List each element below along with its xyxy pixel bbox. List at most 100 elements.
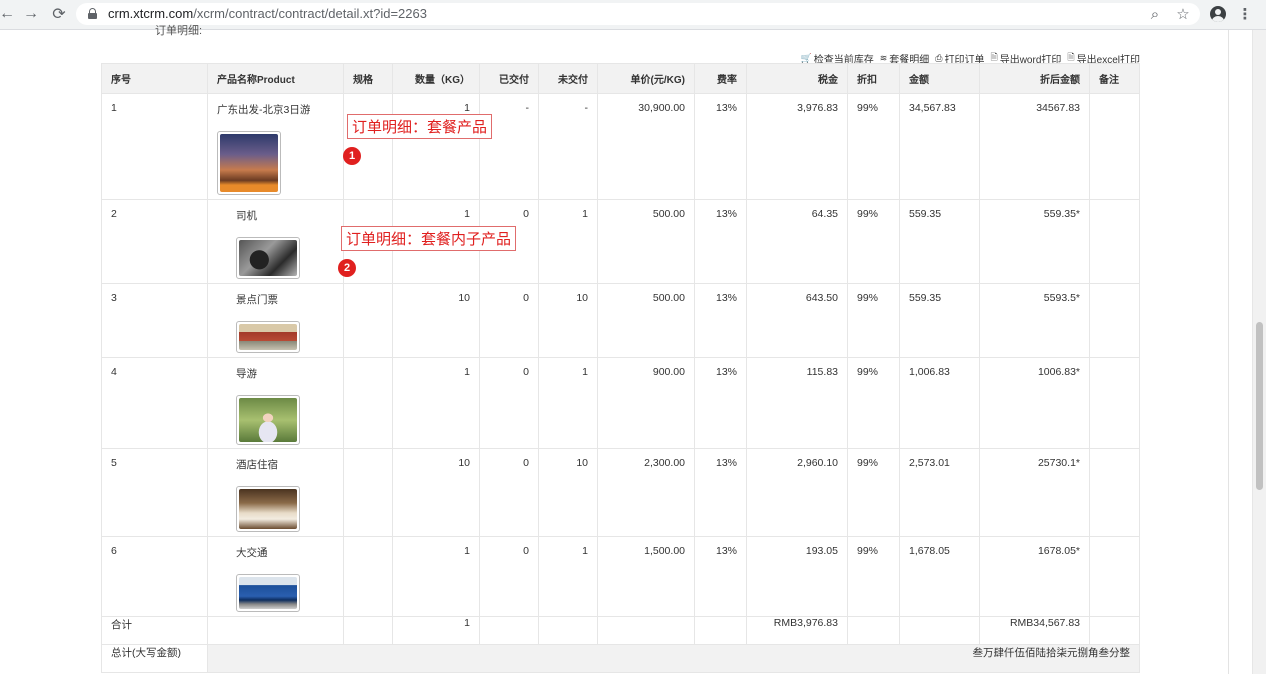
cell-price: 30,900.00	[597, 93, 695, 200]
cell-product: 司机	[207, 199, 344, 284]
product-name[interactable]: 大交通	[236, 545, 334, 560]
cell-qty: 1	[392, 536, 480, 617]
zoom-icon[interactable]: ⌕	[1146, 3, 1164, 25]
annotation-badge-2: 2	[338, 259, 356, 277]
cell-amount: 1,678.05	[899, 536, 980, 617]
forward-icon[interactable]: →	[20, 3, 42, 25]
product-image	[220, 134, 278, 192]
cell-price: 1,500.00	[597, 536, 695, 617]
product-name[interactable]: 导游	[236, 366, 334, 381]
cell-tax: 115.83	[746, 357, 848, 449]
cell-rate: 13%	[694, 93, 747, 200]
cell-rate: 13%	[694, 283, 747, 358]
product-name[interactable]: 景点门票	[236, 292, 334, 307]
back-icon[interactable]: ←	[0, 3, 18, 25]
col-header-note: 备注	[1089, 63, 1140, 94]
col-header-tax: 税金	[746, 63, 848, 94]
total-empty-cell	[1089, 616, 1140, 645]
cell-final: 1006.83*	[979, 357, 1090, 449]
section-title: 订单明细:	[155, 25, 203, 37]
total-empty-cell	[847, 616, 900, 645]
cell-undelivered: 10	[538, 448, 598, 537]
total-qty: 1	[392, 616, 480, 645]
cell-final: 25730.1*	[979, 448, 1090, 537]
cell-qty: 1	[392, 93, 480, 200]
total-final: RMB34,567.83	[979, 616, 1090, 645]
cell-tax: 193.05	[746, 536, 848, 617]
cell-tax: 3,976.83	[746, 93, 848, 200]
cell-price: 2,300.00	[597, 448, 695, 537]
product-thumbnail[interactable]	[236, 395, 300, 445]
table-row: 4 导游 1 0 1 900.00 13% 115.83 99% 1,006.83 1006.83*	[101, 357, 1140, 449]
product-image	[239, 398, 297, 442]
cell-discount: 99%	[847, 357, 900, 449]
table-row: 2 司机 1 0 1 500.00 13% 64.35 99% 559.35 559.35*	[101, 199, 1140, 284]
product-thumbnail[interactable]	[217, 131, 281, 195]
product-image	[239, 240, 297, 276]
cell-price: 900.00	[597, 357, 695, 449]
cart-icon: 🛒	[800, 52, 812, 63]
profile-avatar-icon[interactable]	[1209, 3, 1227, 25]
scrollbar[interactable]	[1252, 30, 1266, 674]
address-bar[interactable]: crm.xtcrm.com/xcrm/contract/contract/det…	[76, 3, 1200, 25]
annotation-package-product: 订单明细：套餐产品	[347, 114, 493, 139]
cell-product: 景点门票	[207, 283, 344, 358]
product-name[interactable]: 司机	[236, 208, 334, 223]
col-header-undelivered: 未交付	[538, 63, 598, 94]
cell-no: 6	[101, 536, 208, 617]
product-name[interactable]: 酒店住宿	[236, 457, 334, 472]
product-image	[239, 577, 297, 609]
total-tax: RMB3,976.83	[746, 616, 848, 645]
cell-spec	[343, 357, 393, 449]
cell-note	[1089, 199, 1140, 284]
table-row: 6 大交通 1 0 1 1,500.00 13% 193.05 99% 1,678.05 1678.…	[101, 536, 1140, 617]
bookmark-star-icon[interactable]: ☆	[1174, 3, 1192, 25]
cell-spec	[343, 448, 393, 537]
product-thumbnail[interactable]	[236, 237, 300, 279]
cell-spec	[343, 536, 393, 617]
cell-undelivered: -	[538, 93, 598, 200]
col-header-no: 序号	[101, 63, 208, 94]
product-thumbnail[interactable]	[236, 321, 300, 353]
cell-price: 500.00	[597, 199, 695, 284]
cell-no: 4	[101, 357, 208, 449]
table-row: 3 景点门票 10 0 10 500.00 13% 643.50 99% 559.35 5593.5…	[101, 283, 1140, 358]
scroll-thumb[interactable]	[1256, 322, 1263, 490]
total-empty-cell	[538, 616, 598, 645]
product-image	[239, 489, 297, 529]
cell-product: 广东出发-北京3日游	[207, 93, 344, 200]
cell-amount: 559.35	[899, 199, 980, 284]
url-text[interactable]: crm.xtcrm.com/xcrm/contract/contract/det…	[108, 6, 427, 21]
cell-delivered: 0	[479, 357, 539, 449]
cell-undelivered: 1	[538, 357, 598, 449]
cell-note	[1089, 93, 1140, 200]
cell-amount: 2,573.01	[899, 448, 980, 537]
cell-final: 34567.83	[979, 93, 1090, 200]
menu-kebab-icon[interactable]: ⋮	[1238, 3, 1253, 25]
cell-qty: 10	[392, 448, 480, 537]
cell-no: 3	[101, 283, 208, 358]
reload-icon[interactable]: ⟳	[48, 3, 70, 25]
order-detail-table: 序号 产品名称Product 规格 数量（KG） 已交付 未交付 单价(元/KG…	[101, 63, 1140, 673]
product-thumbnail[interactable]	[236, 574, 300, 612]
cell-undelivered: 1	[538, 199, 598, 284]
product-name[interactable]: 广东出发-北京3日游	[217, 102, 334, 117]
product-thumbnail[interactable]	[236, 486, 300, 532]
summary-label: 总计(大写金额)	[101, 644, 208, 673]
annotation-badge-1: 1	[343, 147, 361, 165]
total-empty-cell	[343, 616, 393, 645]
total-label: 合计	[101, 616, 208, 645]
cell-final: 559.35*	[979, 199, 1090, 284]
cell-final: 5593.5*	[979, 283, 1090, 358]
cell-rate: 13%	[694, 536, 747, 617]
col-header-delivered: 已交付	[479, 63, 539, 94]
col-header-amount: 金额	[899, 63, 980, 94]
total-empty-cell	[207, 616, 344, 645]
cell-rate: 13%	[694, 357, 747, 449]
cell-product: 导游	[207, 357, 344, 449]
content-border	[1228, 30, 1229, 674]
cell-note	[1089, 283, 1140, 358]
cell-rate: 13%	[694, 448, 747, 537]
col-header-spec: 规格	[343, 63, 393, 94]
summary-row: 总计(大写金额) 叁万肆仟伍佰陆拾柒元捌角叁分整	[101, 644, 1140, 673]
